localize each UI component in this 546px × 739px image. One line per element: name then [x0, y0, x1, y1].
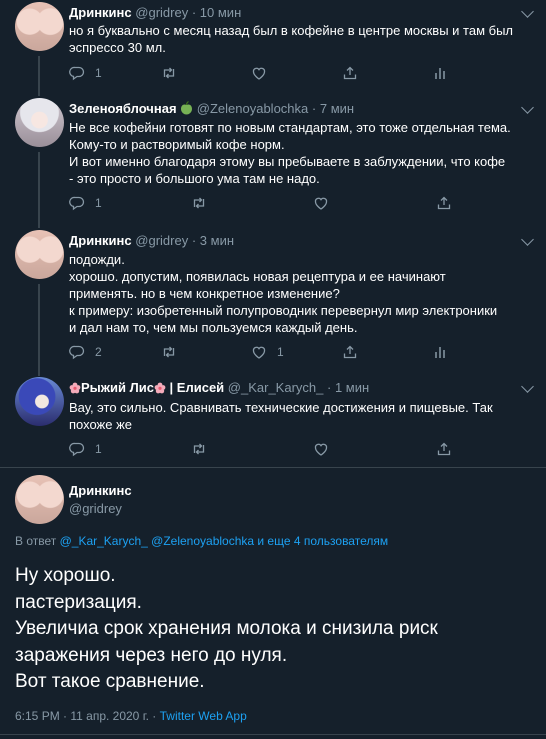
share-button[interactable]	[342, 65, 358, 81]
tweet-actions: 1	[69, 195, 469, 211]
share-icon	[437, 196, 451, 210]
tweet-header: Дринкинс @gridrey · 10 мин	[69, 5, 242, 20]
timestamp[interactable]: 1 мин	[335, 380, 369, 395]
divider	[0, 467, 546, 468]
retweet-icon	[193, 197, 205, 209]
reply-button[interactable]: 2	[69, 344, 102, 360]
chevron-down-icon[interactable]	[521, 380, 534, 393]
thread-line	[38, 284, 40, 376]
share-icon	[437, 442, 451, 456]
share-button[interactable]	[436, 441, 452, 457]
reply-count: 1	[95, 196, 102, 210]
avatar[interactable]	[15, 475, 64, 524]
tweet-header: Зеленояблочная @Zelenoyablochka · 7 мин	[69, 101, 354, 119]
like-icon	[314, 197, 328, 210]
reply-icon	[69, 196, 85, 211]
flower-icon	[69, 382, 81, 398]
tweet-text: Не все кофейни готовят по новым стандарт…	[69, 120, 511, 186]
reply-to-line: В ответ @_Kar_Karych_ @Zelenoyablochka и…	[15, 534, 389, 548]
avatar[interactable]	[15, 2, 64, 51]
chevron-down-icon[interactable]	[521, 101, 534, 114]
analytics-button[interactable]	[432, 65, 448, 81]
display-name[interactable]: Дринкинс	[69, 483, 132, 498]
avatar[interactable]	[15, 98, 64, 147]
reply-button[interactable]: 1	[69, 441, 102, 457]
display-name[interactable]: Дринкинс	[69, 5, 132, 20]
tweet-actions: 1	[69, 441, 469, 457]
reply-count: 2	[95, 345, 102, 359]
like-button[interactable]: 1	[251, 344, 284, 360]
like-button[interactable]	[251, 65, 267, 81]
tweet-actions: 1	[69, 65, 469, 81]
timestamp[interactable]: 10 мин	[200, 5, 241, 20]
tweet-header: Дринкинс @gridrey · 3 мин	[69, 233, 235, 248]
retweet-icon	[163, 346, 175, 358]
chevron-down-icon[interactable]	[521, 5, 534, 18]
handle[interactable]: @_Kar_Karych_	[228, 380, 324, 395]
retweet-button[interactable]	[161, 65, 177, 81]
retweet-button[interactable]	[161, 344, 177, 360]
thread-line	[38, 152, 40, 228]
tweet-text: Вау, это сильно. Сравнивать технические …	[69, 400, 493, 432]
chevron-down-icon[interactable]	[521, 233, 534, 246]
reply-button[interactable]: 1	[69, 195, 102, 211]
like-icon	[252, 67, 266, 80]
tweet-text: подожди. хорошо. допустим, появилась нов…	[69, 252, 498, 335]
green-apple-icon	[180, 101, 193, 119]
handle[interactable]: @gridrey	[135, 5, 188, 20]
reply-to-users-link[interactable]: @_Kar_Karych_ @Zelenoyablochka и еще 4 п…	[60, 534, 389, 548]
tweet-text: но я буквально с месяц назад был в кофей…	[69, 23, 513, 55]
tweet-header: Рыжий Лис | Елисей @_Kar_Karych_ · 1 мин	[69, 380, 369, 398]
like-button[interactable]	[313, 195, 329, 211]
tweet-meta: 6:15 PM · 11 апр. 2020 г. · Twitter Web …	[15, 709, 247, 723]
display-name[interactable]: Зеленояблочная	[69, 101, 177, 116]
analytics-icon	[435, 347, 445, 358]
share-button[interactable]	[342, 344, 358, 360]
handle[interactable]: @Zelenoyablochka	[197, 101, 308, 116]
like-count: 1	[277, 345, 284, 359]
avatar[interactable]	[15, 377, 64, 426]
reply-icon	[69, 66, 85, 81]
reply-count: 1	[95, 66, 102, 80]
tweet-timestamp[interactable]: 6:15 PM · 11 апр. 2020 г. ·	[15, 709, 160, 723]
reply-icon	[69, 442, 85, 457]
retweet-button[interactable]	[191, 441, 207, 457]
timestamp[interactable]: 3 мин	[200, 233, 234, 248]
display-name[interactable]: Рыжий Лис	[81, 380, 154, 395]
reply-count: 1	[95, 442, 102, 456]
source-link[interactable]: Twitter Web App	[160, 709, 247, 723]
display-name-suffix[interactable]: | Елисей	[166, 380, 225, 395]
tweet-actions: 2 1	[69, 344, 469, 360]
share-button[interactable]	[436, 195, 452, 211]
divider	[0, 734, 546, 735]
handle[interactable]: @gridrey	[69, 501, 122, 516]
retweet-icon	[163, 67, 175, 79]
retweet-icon	[193, 443, 205, 455]
reply-button[interactable]: 1	[69, 65, 102, 81]
handle[interactable]: @gridrey	[135, 233, 188, 248]
like-icon	[314, 443, 328, 456]
retweet-button[interactable]	[191, 195, 207, 211]
like-icon	[252, 346, 266, 359]
share-icon	[343, 66, 357, 80]
analytics-icon	[435, 68, 445, 79]
share-icon	[343, 345, 357, 359]
thread-line	[38, 56, 40, 96]
reply-icon	[69, 345, 85, 360]
flower-icon	[154, 382, 166, 398]
timestamp[interactable]: 7 мин	[320, 101, 354, 116]
display-name[interactable]: Дринкинс	[69, 233, 132, 248]
analytics-button[interactable]	[432, 344, 448, 360]
avatar[interactable]	[15, 230, 64, 279]
main-tweet-text: Ну хорошо. пастеризация. Увеличиа срок х…	[15, 565, 438, 692]
like-button[interactable]	[313, 441, 329, 457]
